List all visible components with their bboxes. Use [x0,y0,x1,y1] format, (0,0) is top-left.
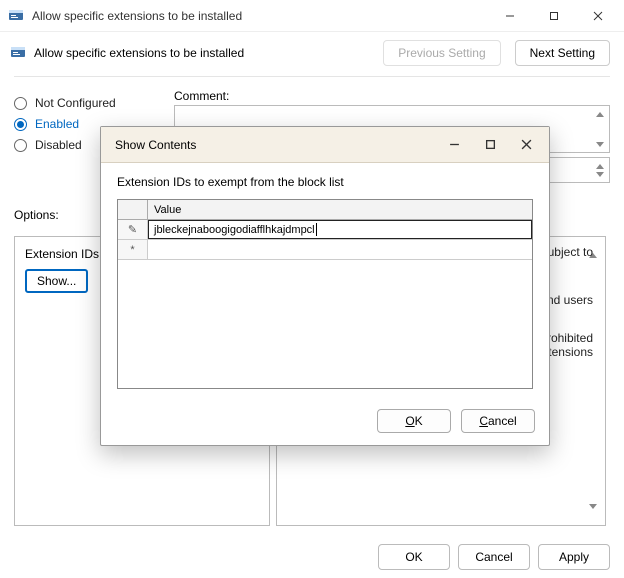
row-selector-header[interactable] [118,200,148,219]
grid-header: Value [118,200,532,220]
dialog-title: Show Contents [115,138,437,152]
row-new-indicator-icon: * [118,240,148,259]
row-edit-indicator-icon: ✎ [118,220,148,239]
main-ok-button[interactable]: OK [378,544,450,570]
grid-row-editing[interactable]: ✎ jbleckejnaboogigodiafflhkajdmpcl [118,220,532,240]
scroll-up-icon[interactable] [593,107,607,121]
value-cell-input[interactable]: jbleckejnaboogigodiafflhkajdmpcl [148,220,532,239]
value-grid[interactable]: Value ✎ jbleckejnaboogigodiafflhkajdmpcl… [117,199,533,389]
radio-icon [14,139,27,152]
dialog-cancel-button[interactable]: Cancel [461,409,535,433]
value-cell-empty[interactable] [148,240,532,259]
dialog-close-button[interactable] [509,131,543,159]
policy-editor-icon [8,8,24,24]
main-titlebar: Allow specific extensions to be installe… [0,0,624,32]
show-button[interactable]: Show... [25,269,88,293]
radio-icon [14,118,27,131]
close-button[interactable] [576,1,620,31]
main-footer: OK Cancel Apply [378,544,610,570]
scroll-down-icon[interactable] [593,137,607,151]
value-column-header[interactable]: Value [148,200,532,219]
grid-row-new[interactable]: * [118,240,532,260]
scroll-down-icon[interactable] [593,167,607,181]
dialog-titlebar: Show Contents [101,127,549,163]
scroll-down-icon[interactable] [589,509,603,523]
main-cancel-button[interactable]: Cancel [458,544,530,570]
minimize-button[interactable] [488,1,532,31]
dialog-maximize-button[interactable] [473,131,507,159]
dialog-instruction: Extension IDs to exempt from the block l… [117,175,533,189]
maximize-button[interactable] [532,1,576,31]
main-apply-button[interactable]: Apply [538,544,610,570]
dialog-ok-button[interactable]: OK [377,409,451,433]
options-heading: Options: [14,208,59,222]
header-row: Allow specific extensions to be installe… [0,32,624,72]
policy-title: Allow specific extensions to be installe… [34,46,369,60]
policy-icon [10,45,26,61]
dialog-footer: OK Cancel [101,399,549,445]
show-contents-dialog: Show Contents Extension IDs to exempt fr… [100,126,550,446]
radio-icon [14,97,27,110]
previous-setting-button[interactable]: Previous Setting [383,40,500,66]
radio-not-configured[interactable]: Not Configured [14,96,174,110]
dialog-minimize-button[interactable] [437,131,471,159]
window-title: Allow specific extensions to be installe… [32,9,488,23]
comment-label: Comment: [174,89,610,103]
window-controls [488,1,620,31]
separator [14,76,610,77]
next-setting-button[interactable]: Next Setting [515,40,610,66]
